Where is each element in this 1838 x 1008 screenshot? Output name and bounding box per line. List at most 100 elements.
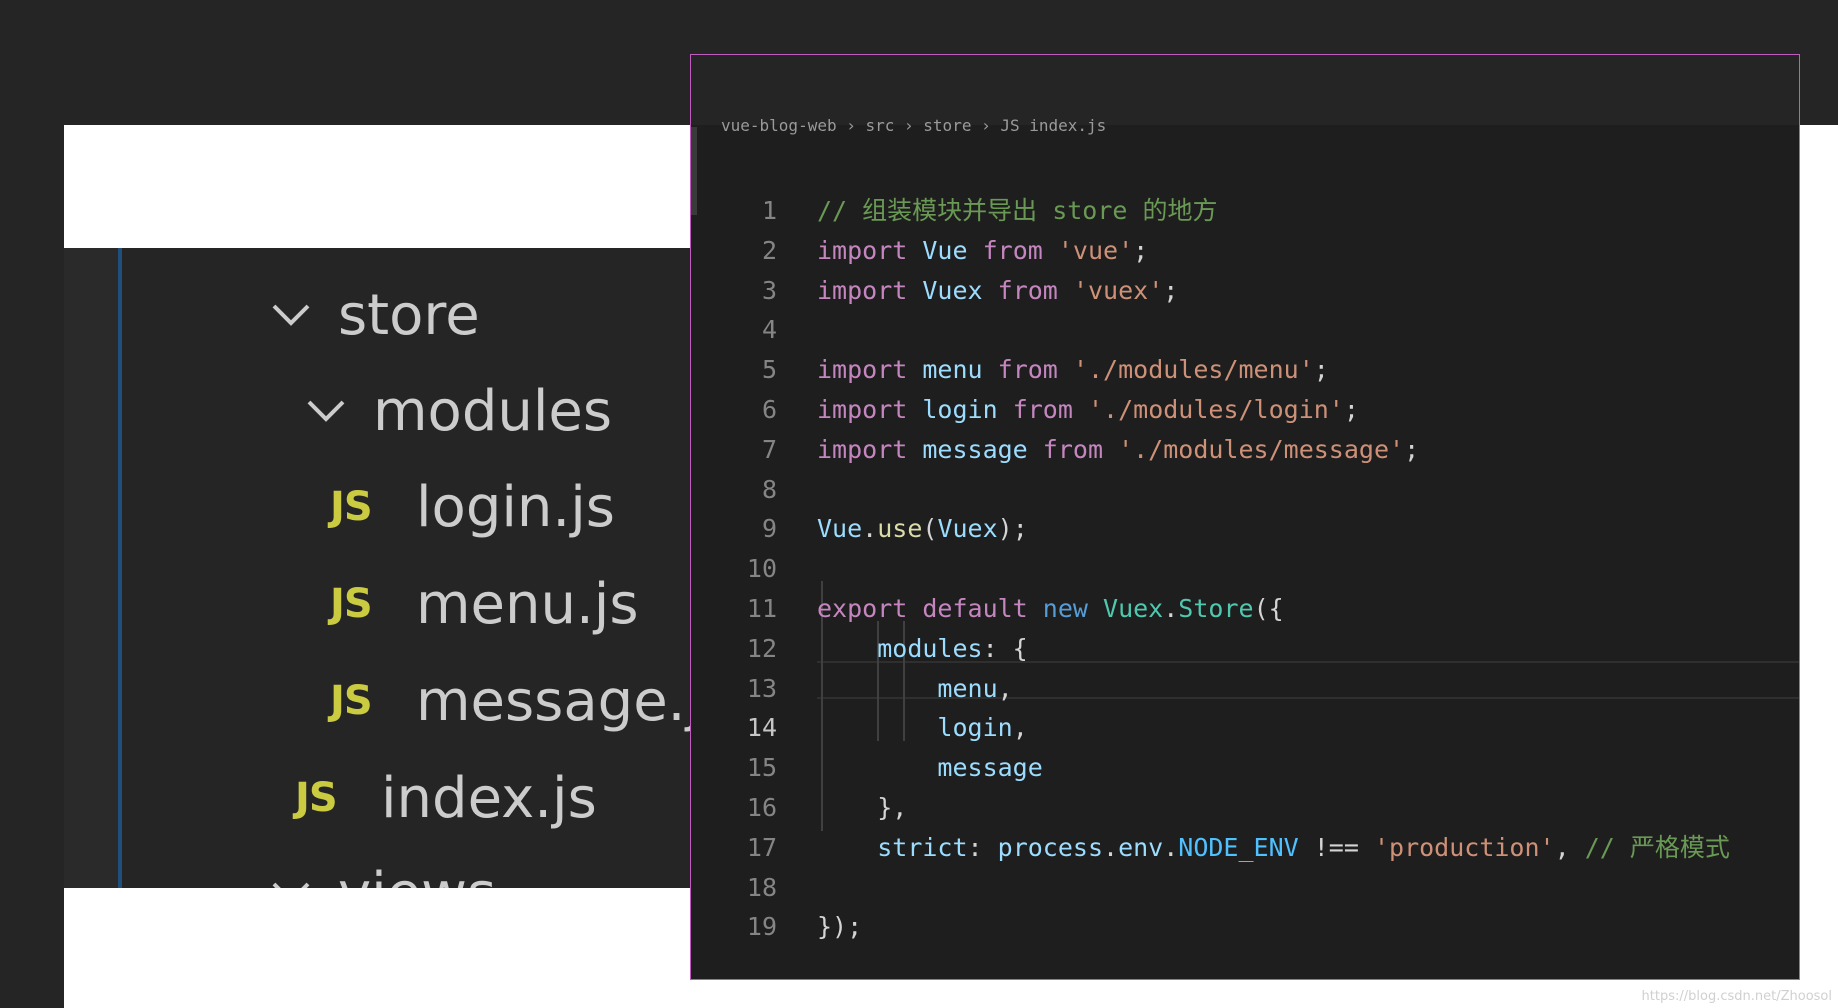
code-token: Vue	[922, 235, 968, 265]
code-token: import	[817, 235, 908, 265]
tree-folder-views[interactable]: views	[264, 848, 496, 888]
tree-folder-modules[interactable]: modules	[299, 366, 612, 456]
tree-file-index[interactable]: JS index.js	[295, 753, 597, 843]
js-file-icon: JS	[330, 581, 373, 627]
code-token: menu	[937, 673, 998, 703]
code-token: 'vue'	[1057, 235, 1134, 265]
tree-item-label: index.js	[381, 765, 597, 831]
line-number: 4	[761, 315, 777, 345]
code-token: Vuex	[1103, 594, 1164, 623]
js-file-icon: JS	[330, 678, 373, 724]
code-line[interactable]: 19});	[691, 907, 1799, 947]
line-number: 1	[761, 196, 777, 225]
code-token: // 严格模式	[1584, 832, 1730, 862]
tree-file-menu[interactable]: JS menu.js	[330, 559, 639, 649]
js-file-icon: JS	[295, 775, 338, 821]
code-line[interactable]: 1 // 组装模块并导出 store 的地方	[691, 191, 1799, 231]
code-token: ;	[1163, 275, 1179, 305]
code-token: ,	[997, 673, 1013, 703]
code-token: new	[1042, 594, 1088, 623]
code-token: from	[997, 275, 1058, 305]
code-line[interactable]: 5 import menu from './modules/menu';	[691, 350, 1799, 390]
js-file-icon: JS	[330, 484, 373, 530]
code-line[interactable]: 7 import message from './modules/message'…	[691, 430, 1799, 470]
code-token: import	[817, 355, 908, 385]
code-text: menu,	[817, 669, 1013, 709]
chevron-down-icon	[264, 288, 318, 342]
code-token: message	[937, 753, 1043, 783]
tree-item-label: modules	[373, 378, 613, 444]
code-line[interactable]: 3 import Vuex from 'vuex';	[691, 271, 1799, 311]
code-token: env	[1118, 832, 1164, 862]
line-number: 17	[746, 832, 777, 862]
chevron-down-icon	[299, 384, 353, 438]
tree-indent-guide	[118, 248, 122, 888]
code-text: import Vue from 'vue';	[817, 231, 1148, 271]
line-number: 15	[746, 753, 777, 783]
code-token: Vue	[817, 514, 863, 544]
code-token: export	[817, 594, 908, 623]
tree-folder-store[interactable]: store	[264, 270, 480, 360]
code-token: .	[1103, 832, 1119, 862]
code-line[interactable]: 14 login,	[691, 708, 1799, 748]
code-token: import	[817, 395, 908, 424]
watermark: https://blog.csdn.net/Zhoosol	[1641, 989, 1832, 1004]
code-line[interactable]: 17 strict: process.env.NODE_ENV !== 'pro…	[691, 828, 1799, 868]
code-line[interactable]: 18	[691, 868, 1799, 908]
code-editor[interactable]: vue-blog-web › src › store › JS index.js…	[690, 54, 1800, 980]
code-line[interactable]: 12 modules: {	[691, 629, 1799, 669]
code-token: Store	[1178, 594, 1254, 623]
code-token: './modules/menu'	[1072, 355, 1314, 385]
editor-titlebar	[691, 55, 1799, 125]
code-token: .	[862, 514, 878, 544]
line-number: 11	[746, 594, 777, 623]
code-token: ;	[1133, 235, 1149, 265]
code-token: login	[937, 713, 1013, 743]
code-token: (	[922, 514, 938, 544]
code-line[interactable]: 2 import Vue from 'vue';	[691, 231, 1799, 271]
code-line[interactable]: 10	[691, 549, 1799, 589]
code-token: ;	[1343, 395, 1359, 424]
chevron-down-icon	[264, 866, 318, 888]
code-token: login	[922, 395, 998, 424]
code-line[interactable]: 9 Vue.use(Vuex);	[691, 509, 1799, 549]
code-token: process	[997, 832, 1103, 862]
breadcrumb[interactable]: vue-blog-web › src › store › JS index.js	[721, 117, 1106, 137]
tree-item-label: message.js	[416, 668, 690, 734]
line-number: 16	[746, 793, 777, 822]
code-token: import	[817, 434, 908, 464]
code-text: export default new Vuex.Store({	[817, 589, 1284, 629]
code-token: message	[922, 434, 1028, 464]
code-line[interactable]: 13 menu,	[691, 669, 1799, 709]
code-line[interactable]: 11 export default new Vuex.Store({	[691, 589, 1799, 629]
code-line[interactable]: 8	[691, 470, 1799, 510]
tree-item-label: views	[338, 861, 496, 889]
line-number: 10	[746, 554, 777, 584]
tree-file-message[interactable]: JS message.js	[330, 656, 690, 746]
code-token: ,	[1554, 832, 1585, 862]
code-token: ;	[1404, 434, 1420, 464]
code-token: :	[967, 832, 998, 862]
code-token: .	[1163, 832, 1179, 862]
tree-item-label: menu.js	[416, 571, 639, 637]
code-line[interactable]: 16 },	[691, 788, 1799, 828]
code-line[interactable]: 4	[691, 310, 1799, 350]
code-token: .	[1163, 594, 1179, 623]
code-line[interactable]: 6 import login from './modules/login';	[691, 390, 1799, 430]
line-number: 5	[761, 355, 777, 385]
code-line[interactable]: 15 message	[691, 748, 1799, 788]
tree-file-login[interactable]: JS login.js	[330, 462, 615, 552]
line-number: 19	[746, 912, 777, 942]
